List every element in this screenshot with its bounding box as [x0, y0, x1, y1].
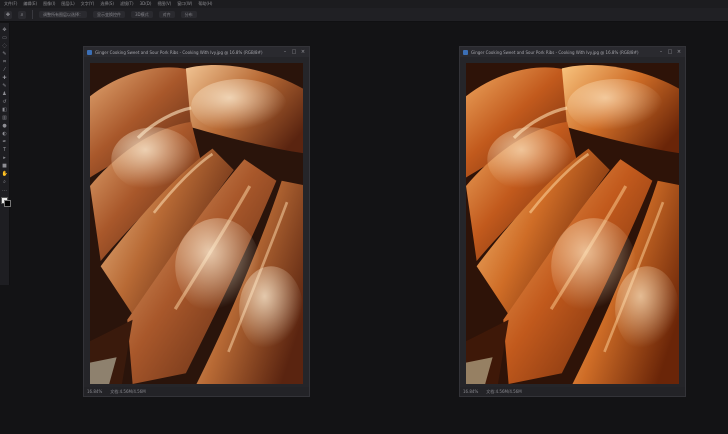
color-swatches[interactable]: [0, 197, 11, 207]
brush-icon[interactable]: ✎: [2, 83, 8, 89]
ps-document-icon: [87, 49, 92, 55]
menu-help[interactable]: 帮助(H): [198, 0, 212, 8]
menu-type[interactable]: 文字(Y): [81, 0, 95, 8]
hand-icon[interactable]: ✋: [2, 171, 8, 177]
menu-select[interactable]: 选择(S): [100, 0, 114, 8]
document-status-bar: 16.84% 文档:4.56M/4.56M: [460, 387, 685, 396]
zoom-level[interactable]: 16.84%: [87, 389, 102, 394]
options-bar: ✥ ⌕ 调整所有图层以选择： 显示变换控件 3D模式 对齐 分布: [0, 8, 728, 22]
lasso-icon[interactable]: ◌: [2, 43, 8, 49]
tools-panel: ✥ ▭ ◌ ✎ ⌗ ⁄ ✚ ✎ ♟ ↺ ◧ ▥ ● ◐ ✒ T ▸ ■ ✋ ⌕ …: [0, 23, 11, 285]
blur-icon[interactable]: ●: [2, 123, 8, 129]
quick-select-icon[interactable]: ✎: [2, 51, 8, 57]
path-select-icon[interactable]: ▸: [2, 155, 8, 161]
document-window-edited[interactable]: Ginger Cooking Sweet and Sour Pork Ribs …: [459, 46, 686, 397]
document-titlebar[interactable]: Ginger Cooking Sweet and Sour Pork Ribs …: [460, 47, 685, 57]
document-window-original[interactable]: Ginger Cooking Sweet and Sour Pork Ribs …: [83, 46, 310, 397]
document-titlebar[interactable]: Ginger Cooking Sweet and Sour Pork Ribs …: [84, 47, 309, 57]
menu-bar: 文件(F) 编辑(E) 图像(I) 图层(L) 文字(Y) 选择(S) 滤镜(T…: [0, 0, 728, 8]
document-status-bar: 16.84% 文档:4.56M/4.56M: [84, 387, 309, 396]
eraser-icon[interactable]: ◧: [2, 107, 8, 113]
clone-stamp-icon[interactable]: ♟: [2, 91, 8, 97]
more-tools-icon[interactable]: …: [2, 187, 8, 193]
gradient-icon[interactable]: ▥: [2, 115, 8, 121]
zoom-icon[interactable]: ⌕: [2, 179, 8, 185]
show-transform-controls-checkbox[interactable]: 显示变换控件: [93, 11, 125, 18]
close-icon[interactable]: ×: [676, 49, 682, 55]
eyedropper-icon[interactable]: ⁄: [2, 67, 8, 73]
menu-file[interactable]: 文件(F): [4, 0, 17, 8]
zoom-level[interactable]: 16.84%: [463, 389, 478, 394]
document-title: Ginger Cooking Sweet and Sour Pork Ribs …: [95, 49, 263, 55]
document-title: Ginger Cooking Sweet and Sour Pork Ribs …: [471, 49, 639, 55]
marquee-icon[interactable]: ▭: [2, 35, 8, 41]
crop-icon[interactable]: ⌗: [2, 59, 8, 65]
type-icon[interactable]: T: [2, 147, 8, 153]
photoshop-window: 文件(F) 编辑(E) 图像(I) 图层(L) 文字(Y) 选择(S) 滤镜(T…: [0, 0, 728, 434]
maximize-icon[interactable]: □: [291, 49, 297, 55]
pork-ribs-photo: [466, 63, 679, 384]
menu-3d[interactable]: 3D(D): [140, 0, 152, 8]
menu-view[interactable]: 视图(V): [157, 0, 171, 8]
options-divider: [32, 10, 33, 19]
maximize-icon[interactable]: □: [667, 49, 673, 55]
3d-mode-button[interactable]: 3D模式: [131, 11, 153, 18]
minimize-icon[interactable]: –: [282, 49, 288, 55]
auto-select-dropdown[interactable]: 调整所有图层以选择：: [39, 11, 87, 18]
auto-select-icon[interactable]: ⌕: [18, 10, 26, 19]
document-canvas[interactable]: [466, 63, 679, 384]
align-button[interactable]: 对齐: [158, 11, 175, 18]
menu-window[interactable]: 窗口(W): [177, 0, 192, 8]
shape-icon[interactable]: ■: [2, 163, 8, 169]
document-size-info[interactable]: 文档:4.56M/4.56M: [486, 389, 521, 395]
menu-edit[interactable]: 编辑(E): [23, 0, 37, 8]
move-icon[interactable]: ✥: [2, 27, 8, 33]
menu-filter[interactable]: 滤镜(T): [120, 0, 134, 8]
menu-layer[interactable]: 图层(L): [61, 0, 74, 8]
pen-icon[interactable]: ✒: [2, 139, 8, 145]
document-canvas[interactable]: [90, 63, 303, 384]
history-brush-icon[interactable]: ↺: [2, 99, 8, 105]
document-size-info[interactable]: 文档:4.56M/4.56M: [110, 389, 145, 395]
move-tool-preset-icon[interactable]: ✥: [4, 10, 12, 19]
menu-image[interactable]: 图像(I): [43, 0, 55, 8]
background-color-swatch[interactable]: [3, 200, 11, 207]
healing-brush-icon[interactable]: ✚: [2, 75, 8, 81]
ps-document-icon: [463, 49, 468, 55]
close-icon[interactable]: ×: [300, 49, 306, 55]
minimize-icon[interactable]: –: [658, 49, 664, 55]
dodge-icon[interactable]: ◐: [2, 131, 8, 137]
distribute-button[interactable]: 分布: [180, 11, 197, 18]
pork-ribs-photo: [90, 63, 303, 384]
